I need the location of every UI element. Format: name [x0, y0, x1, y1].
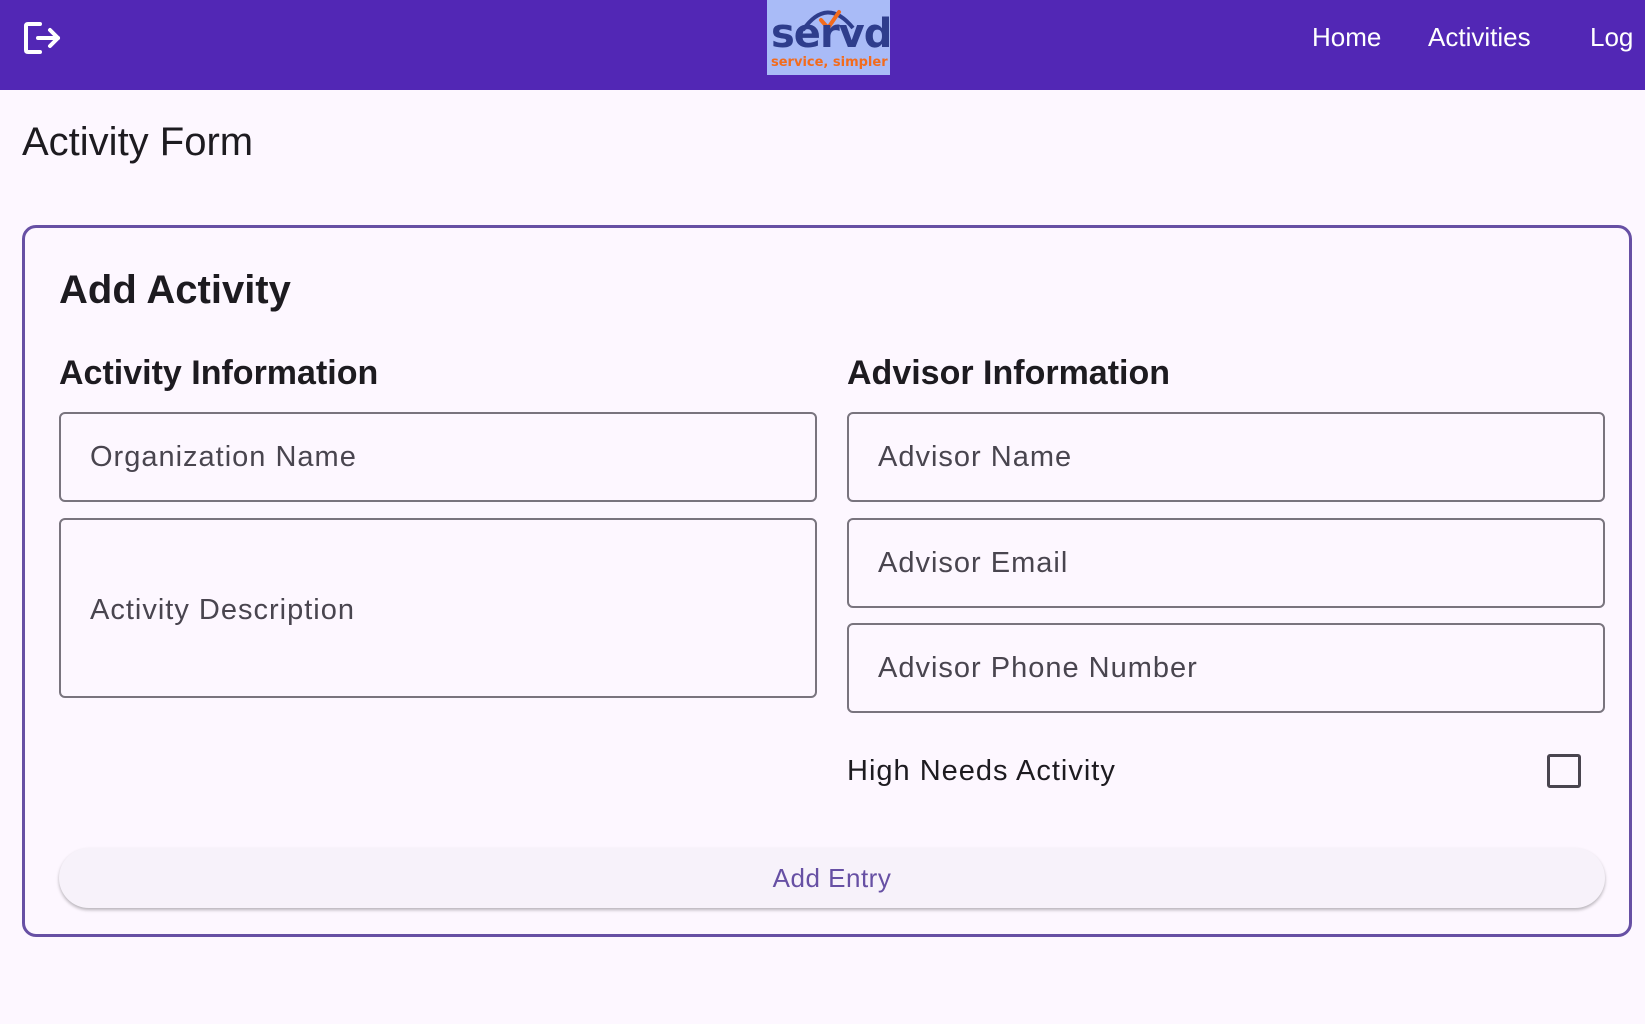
logout-icon: [24, 22, 60, 54]
nav-activities[interactable]: Activities: [1428, 22, 1531, 52]
advisor-information-heading: Advisor Information: [847, 354, 1171, 392]
card-title: Add Activity: [59, 268, 291, 312]
logo-wordmark: servd: [771, 11, 892, 57]
high-needs-label: High Needs Activity: [847, 755, 1116, 787]
add-entry-button[interactable]: Add Entry: [59, 848, 1605, 908]
nav-log[interactable]: Log: [1590, 22, 1633, 52]
advisor-name-input[interactable]: [847, 412, 1605, 502]
nav-home[interactable]: Home: [1312, 22, 1381, 52]
activity-information-heading: Activity Information: [59, 354, 379, 392]
activity-description-input[interactable]: [59, 518, 817, 698]
organization-name-input[interactable]: [59, 412, 817, 502]
logo-tagline: service, simpler: [771, 55, 888, 70]
high-needs-checkbox[interactable]: [1547, 754, 1581, 788]
add-activity-card: Add Activity Activity Information Adviso…: [22, 225, 1632, 937]
servd-logo[interactable]: ® servd service, simpler: [767, 0, 892, 75]
app-bar: ® servd service, simpler Home Activities…: [0, 0, 1645, 90]
page-title: Activity Form: [22, 120, 254, 164]
logout-button[interactable]: [22, 18, 66, 58]
advisor-email-input[interactable]: [847, 518, 1605, 608]
advisor-phone-input[interactable]: [847, 623, 1605, 713]
